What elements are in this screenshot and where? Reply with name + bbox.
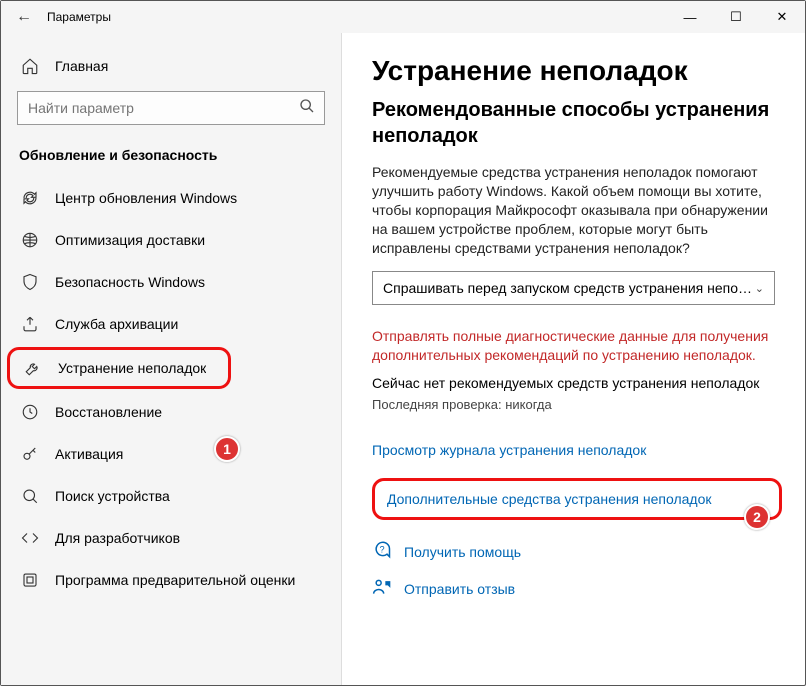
additional-troubleshooters-link[interactable]: Дополнительные средства устранения непол… xyxy=(387,491,767,507)
svg-text:?: ? xyxy=(379,545,384,555)
sidebar-item-developers[interactable]: Для разработчиков xyxy=(1,517,341,559)
chevron-down-icon: ⌄ xyxy=(755,282,764,295)
home-icon xyxy=(21,57,39,75)
close-button[interactable]: ✕ xyxy=(759,1,805,33)
backup-icon xyxy=(21,315,39,333)
sidebar-item-label: Активация xyxy=(55,446,123,462)
delivery-icon xyxy=(21,231,39,249)
sidebar-item-label: Центр обновления Windows xyxy=(55,190,237,206)
additional-troubleshooters-highlight: Дополнительные средства устранения непол… xyxy=(372,478,782,520)
annotation-badge-1: 1 xyxy=(214,436,240,462)
home-label: Главная xyxy=(55,58,108,74)
help-icon: ? xyxy=(372,540,392,563)
main-content: Устранение неполадок Рекомендованные спо… xyxy=(341,33,805,685)
search-icon xyxy=(290,98,324,119)
section-heading: Рекомендованные способы устранения непол… xyxy=(372,97,775,149)
feedback-icon xyxy=(372,577,392,600)
window-title: Параметры xyxy=(47,10,111,24)
sidebar-item-label: Для разработчиков xyxy=(55,530,180,546)
annotation-badge-2: 2 xyxy=(744,504,770,530)
sidebar-item-windows-security[interactable]: Безопасность Windows xyxy=(1,261,341,303)
search-box[interactable] xyxy=(17,91,325,125)
sidebar-item-label: Восстановление xyxy=(55,404,162,420)
sidebar-item-windows-update[interactable]: Центр обновления Windows xyxy=(1,177,341,219)
sidebar-item-label: Поиск устройства xyxy=(55,488,170,504)
back-button[interactable]: ← xyxy=(1,8,47,26)
last-check-text: Последняя проверка: никогда xyxy=(372,397,775,412)
sidebar-item-recovery[interactable]: Восстановление xyxy=(1,391,341,433)
sidebar-item-activation[interactable]: Активация xyxy=(1,433,341,475)
section-title: Обновление и безопасность xyxy=(1,139,341,177)
sidebar-item-delivery-optimization[interactable]: Оптимизация доставки xyxy=(1,219,341,261)
troubleshoot-mode-dropdown[interactable]: Спрашивать перед запуском средств устран… xyxy=(372,271,775,305)
home-link[interactable]: Главная xyxy=(1,47,341,85)
sidebar: Главная Обновление и безопасность Центр … xyxy=(1,33,341,685)
status-text: Сейчас нет рекомендуемых средств устране… xyxy=(372,375,775,391)
sidebar-item-label: Программа предварительной оценки xyxy=(55,572,295,588)
sidebar-item-label: Безопасность Windows xyxy=(55,274,205,290)
maximize-button[interactable]: ☐ xyxy=(713,1,759,33)
sidebar-item-label: Служба архивации xyxy=(55,316,178,332)
feedback-link[interactable]: Отправить отзыв xyxy=(372,577,775,600)
sidebar-item-backup[interactable]: Служба архивации xyxy=(1,303,341,345)
location-icon xyxy=(21,487,39,505)
sidebar-item-label: Устранение неполадок xyxy=(58,360,206,376)
shield-icon xyxy=(21,273,39,291)
sidebar-item-troubleshoot[interactable]: Устранение неполадок xyxy=(7,347,231,389)
help-label: Получить помощь xyxy=(404,544,521,560)
title-bar: ← Параметры — ☐ ✕ xyxy=(1,1,805,33)
wrench-icon xyxy=(24,359,42,377)
sidebar-item-find-device[interactable]: Поиск устройства xyxy=(1,475,341,517)
search-input[interactable] xyxy=(18,100,290,116)
description-text: Рекомендуемые средства устранения непола… xyxy=(372,163,775,257)
feedback-label: Отправить отзыв xyxy=(404,581,515,597)
minimize-button[interactable]: — xyxy=(667,1,713,33)
recovery-icon xyxy=(21,403,39,421)
insider-icon xyxy=(21,571,39,589)
sidebar-item-label: Оптимизация доставки xyxy=(55,232,205,248)
dropdown-value: Спрашивать перед запуском средств устран… xyxy=(383,280,755,296)
key-icon xyxy=(21,445,39,463)
sidebar-item-insider[interactable]: Программа предварительной оценки xyxy=(1,559,341,601)
update-icon xyxy=(21,189,39,207)
diagnostic-warning[interactable]: Отправлять полные диагностические данные… xyxy=(372,327,775,365)
history-link[interactable]: Просмотр журнала устранения неполадок xyxy=(372,442,775,458)
page-title: Устранение неполадок xyxy=(372,55,775,87)
get-help-link[interactable]: ? Получить помощь xyxy=(372,540,775,563)
code-icon xyxy=(21,529,39,547)
